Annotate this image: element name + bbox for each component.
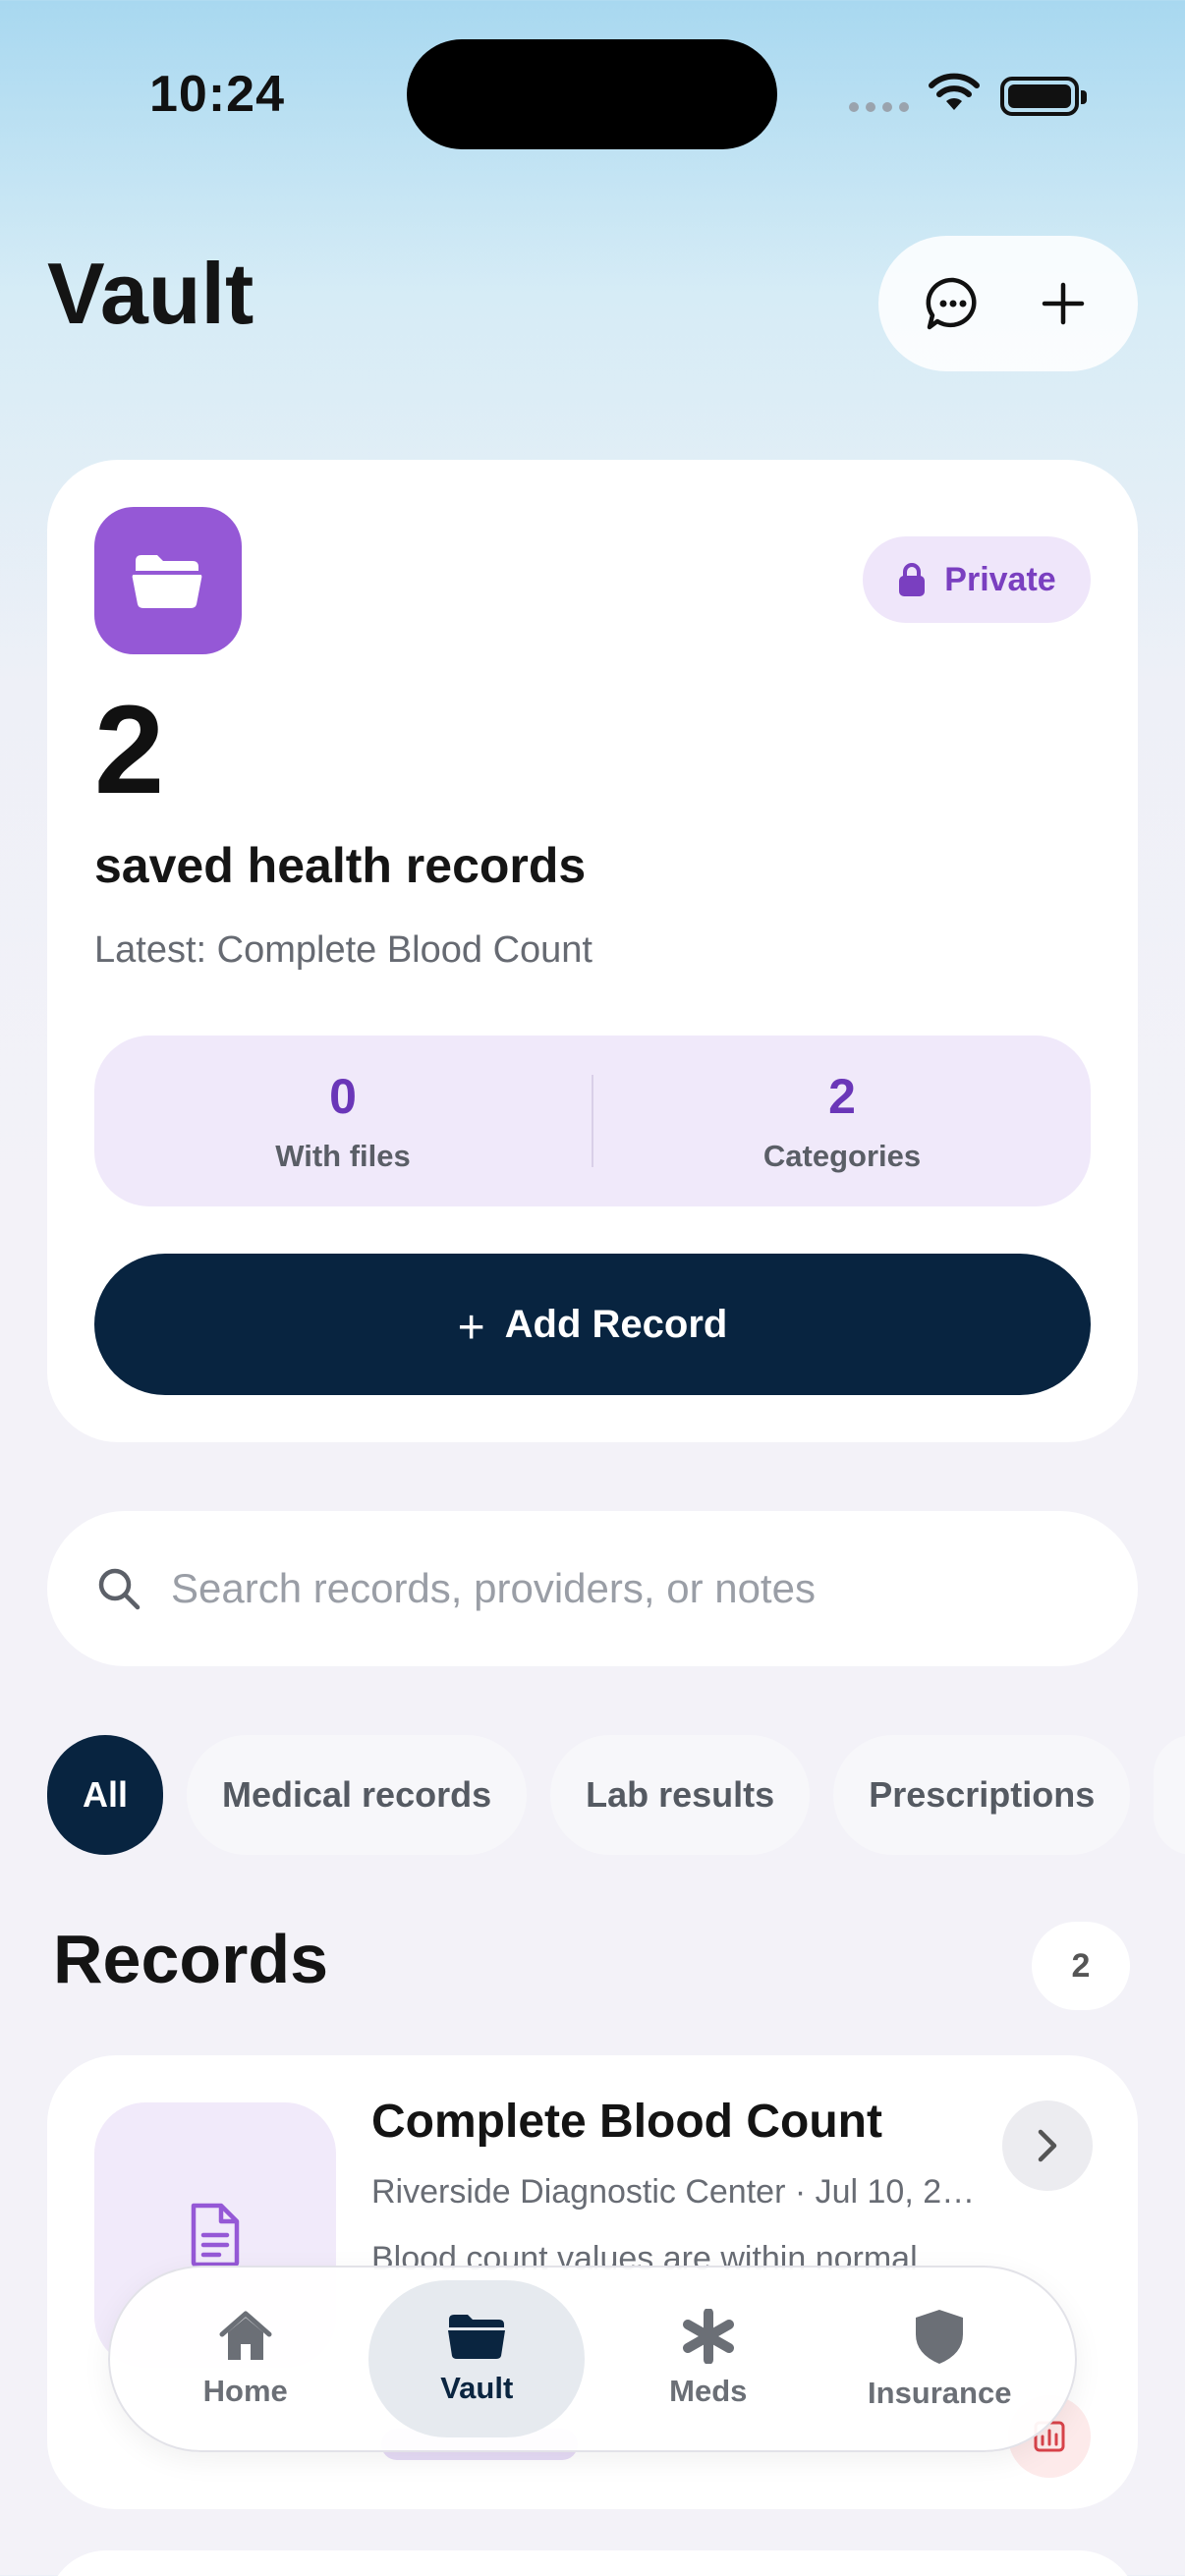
status-time: 10:24: [149, 66, 285, 123]
filter-chip-medical-records[interactable]: Medical records: [187, 1735, 528, 1855]
records-count-badge: 2: [1032, 1922, 1130, 2010]
wifi-icon: [928, 73, 981, 117]
open-record-button[interactable]: [1002, 2100, 1093, 2191]
shield-icon: [916, 2310, 964, 2364]
tab-label: Vault: [440, 2371, 514, 2405]
filter-chip-all[interactable]: All: [47, 1735, 163, 1855]
tab-insurance[interactable]: Insurance: [831, 2280, 1047, 2437]
header-actions: [878, 236, 1138, 371]
stats-panel: 0 With files 2 Categories: [94, 1036, 1091, 1206]
tab-label: Meds: [669, 2374, 748, 2408]
filter-chip-prescriptions[interactable]: Prescriptions: [833, 1735, 1131, 1855]
stat-label: Categories: [762, 1139, 922, 1173]
asterisk-icon: [682, 2309, 734, 2364]
stat-with-files: 0 With files: [94, 1036, 592, 1206]
search-input[interactable]: [171, 1565, 1055, 1612]
record-title: Complete Blood Count: [371, 2096, 882, 2148]
filter-chips: All Medical records Lab results Prescrip…: [47, 1735, 1185, 1855]
records-total: 2: [94, 680, 165, 820]
tab-label: Insurance: [868, 2376, 1012, 2410]
search-bar[interactable]: [47, 1511, 1138, 1666]
house-icon: [219, 2311, 272, 2360]
search-icon: [98, 1568, 141, 1610]
filter-chip-lab-results[interactable]: Lab results: [550, 1735, 811, 1855]
stat-value: 2: [828, 1069, 856, 1124]
private-badge-label: Private: [944, 560, 1056, 598]
filter-chip-more[interactable]: [1154, 1735, 1185, 1855]
latest-record: Latest: Complete Blood Count: [94, 929, 592, 971]
plus-icon: [1042, 282, 1085, 325]
private-badge: Private: [863, 536, 1091, 623]
chat-button[interactable]: [909, 259, 997, 348]
folder-icon: [94, 507, 242, 654]
tab-home[interactable]: Home: [138, 2280, 354, 2437]
tab-label: Home: [202, 2374, 288, 2408]
add-record-button[interactable]: + Add Record: [94, 1254, 1091, 1395]
record-meta: Riverside Diagnostic Center · Jul 10, 20…: [371, 2173, 981, 2211]
folder-icon: [448, 2315, 506, 2359]
cellular-signal-icon: [849, 102, 909, 112]
add-record-label: Add Record: [504, 1302, 728, 1346]
document-icon: [191, 2203, 240, 2268]
lock-icon: [899, 563, 926, 596]
add-button[interactable]: [1019, 259, 1107, 348]
record-card[interactable]: [47, 2550, 1138, 2576]
page-title: Vault: [47, 245, 254, 342]
plus-icon: +: [457, 1301, 485, 1354]
dynamic-island: [407, 39, 777, 149]
tab-vault[interactable]: Vault: [368, 2280, 586, 2437]
chevron-right-icon: [1038, 2129, 1057, 2162]
summary-subtitle: saved health records: [94, 838, 587, 893]
tab-bar: Home Vault Meds Insurance: [108, 2266, 1077, 2452]
chat-bubble-icon: [926, 277, 977, 330]
records-heading: Records: [53, 1921, 329, 1997]
stat-categories: 2 Categories: [593, 1036, 1091, 1206]
tab-meds[interactable]: Meds: [600, 2280, 817, 2437]
stat-label: With files: [275, 1139, 411, 1173]
stat-value: 0: [329, 1069, 357, 1124]
battery-icon: [1000, 77, 1087, 116]
summary-card: Private 2 saved health records Latest: C…: [47, 460, 1138, 1442]
